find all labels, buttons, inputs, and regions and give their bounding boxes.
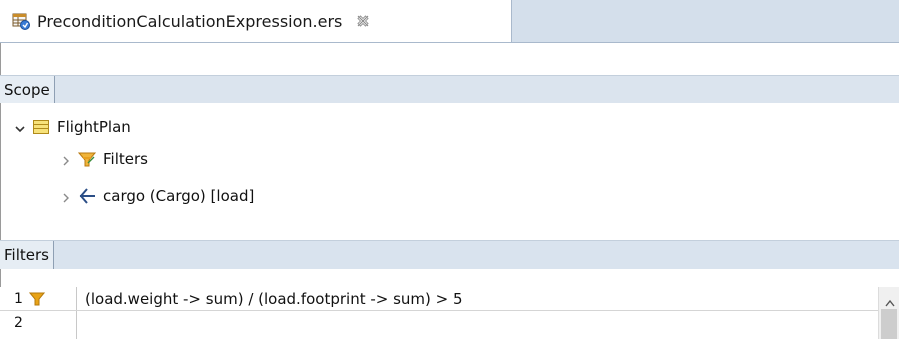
editor-tab[interactable]: PreconditionCalculationExpression.ers	[0, 0, 512, 42]
filter-expression[interactable]: (load.weight -> sum) / (load.footprint -…	[85, 287, 463, 311]
vertical-scrollbar[interactable]	[878, 287, 899, 339]
filter-row[interactable]: 2	[0, 311, 899, 335]
funnel-icon	[77, 150, 97, 168]
tree-item-cargo[interactable]: cargo (Cargo) [load]	[60, 181, 254, 211]
filter-row[interactable]: 1 (load.weight -> sum) / (load.footprint…	[0, 287, 899, 311]
scope-section-label: Scope	[0, 76, 55, 103]
tree-item-label: Filters	[103, 150, 148, 168]
chevron-down-icon[interactable]	[14, 121, 26, 133]
tree-item-label: cargo (Cargo) [load]	[103, 187, 255, 205]
scroll-up-arrow-icon[interactable]	[885, 293, 895, 307]
tree-item-label: FlightPlan	[57, 118, 131, 136]
tree-item-filters[interactable]: Filters	[60, 144, 148, 174]
filter-icon	[28, 291, 46, 307]
editor-tab-bar: PreconditionCalculationExpression.ers	[0, 0, 899, 43]
filters-grid: 1 (load.weight -> sum) / (load.footprint…	[0, 287, 899, 339]
scrollbar-thumb[interactable]	[881, 309, 897, 339]
class-table-icon	[32, 118, 50, 136]
filters-section-label: Filters	[0, 241, 54, 269]
chevron-right-icon[interactable]	[60, 190, 72, 203]
row-number: 1	[14, 291, 23, 307]
scope-section-header: Scope	[0, 75, 899, 103]
table-editor-icon	[12, 12, 30, 30]
filters-section-header: Filters	[0, 240, 899, 269]
chevron-right-icon[interactable]	[60, 153, 72, 166]
row-number: 2	[14, 315, 23, 331]
editor-tab-title: PreconditionCalculationExpression.ers	[37, 11, 343, 31]
tree-item-flightplan[interactable]: FlightPlan	[14, 112, 131, 142]
reference-arrow-icon	[78, 187, 96, 205]
close-icon[interactable]	[356, 14, 370, 28]
